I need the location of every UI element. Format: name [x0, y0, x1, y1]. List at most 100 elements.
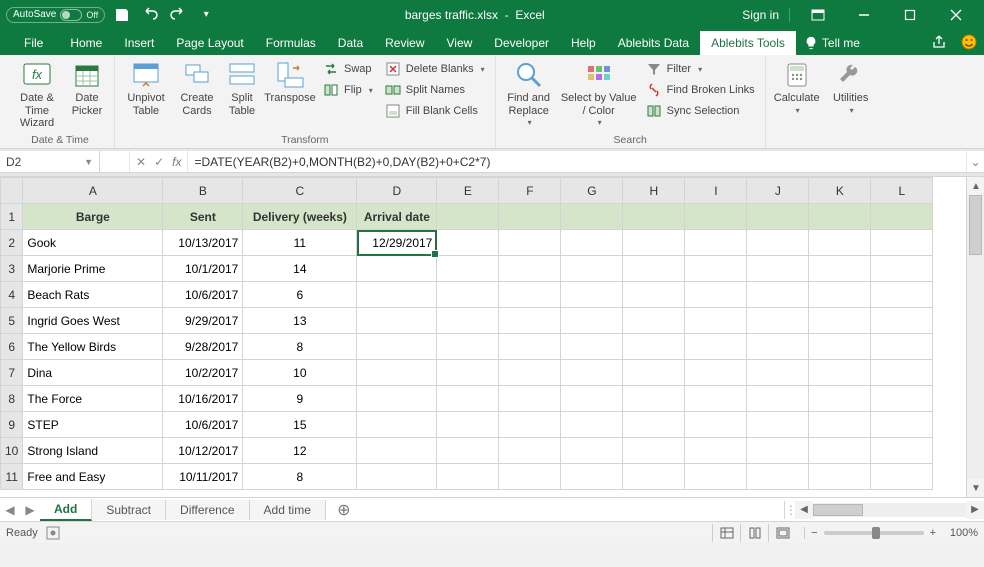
cell[interactable] [871, 386, 933, 412]
vertical-scrollbar[interactable]: ▲ ▼ [966, 177, 984, 497]
row-header[interactable]: 10 [1, 438, 23, 464]
fill-blank-cells-button[interactable]: Fill Blank Cells [381, 101, 489, 121]
tab-ablebits-tools[interactable]: Ablebits Tools [700, 31, 796, 55]
cell[interactable] [809, 256, 871, 282]
cell[interactable]: 9 [243, 386, 357, 412]
row-header[interactable]: 6 [1, 334, 23, 360]
cell[interactable] [499, 412, 561, 438]
cell[interactable] [437, 360, 499, 386]
cell[interactable] [685, 230, 747, 256]
cell[interactable] [437, 386, 499, 412]
cell[interactable] [623, 282, 685, 308]
cell[interactable] [499, 438, 561, 464]
cell[interactable]: 12 [243, 438, 357, 464]
cell[interactable] [809, 230, 871, 256]
col-header[interactable]: B [163, 178, 243, 204]
cell[interactable] [809, 464, 871, 490]
cell[interactable] [809, 386, 871, 412]
tab-page-layout[interactable]: Page Layout [165, 31, 254, 55]
view-page-break-icon[interactable] [768, 524, 796, 542]
cell[interactable] [499, 282, 561, 308]
cell[interactable] [437, 308, 499, 334]
sheet-tab-subtract[interactable]: Subtract [92, 500, 166, 520]
cell[interactable]: 10/1/2017 [163, 256, 243, 282]
col-header[interactable]: E [437, 178, 499, 204]
cell[interactable]: 10/6/2017 [163, 282, 243, 308]
utilities-button[interactable]: Utilities ▾ [826, 59, 876, 115]
cell[interactable] [357, 438, 437, 464]
cell[interactable] [561, 282, 623, 308]
name-box[interactable]: D2 ▼ [0, 151, 100, 172]
cell[interactable] [809, 360, 871, 386]
cell[interactable] [871, 360, 933, 386]
formula-input[interactable]: =DATE(YEAR(B2)+0,MONTH(B2)+0,DAY(B2)+0+C… [188, 151, 966, 172]
cell[interactable] [499, 230, 561, 256]
cell[interactable]: The Yellow Birds [23, 334, 163, 360]
cell[interactable] [499, 360, 561, 386]
date-picker-button[interactable]: Date Picker [66, 59, 108, 117]
cell[interactable] [357, 308, 437, 334]
create-cards-button[interactable]: Create Cards [175, 59, 219, 117]
save-icon[interactable] [111, 4, 133, 26]
cells-table[interactable]: A B C D E F G H I J K L 1 Barge Sent Del… [0, 177, 933, 490]
cell[interactable] [437, 256, 499, 282]
tab-file[interactable]: File [8, 31, 59, 55]
cell[interactable] [623, 464, 685, 490]
cell[interactable] [685, 360, 747, 386]
cell[interactable] [871, 230, 933, 256]
flip-button[interactable]: Flip▾ [319, 80, 377, 100]
cell[interactable] [357, 464, 437, 490]
calculate-button[interactable]: Calculate ▾ [772, 59, 822, 115]
cell[interactable] [871, 438, 933, 464]
cell[interactable] [871, 282, 933, 308]
cell[interactable] [871, 412, 933, 438]
col-header[interactable]: H [623, 178, 685, 204]
hscroll-thumb[interactable] [813, 504, 863, 516]
enter-formula-icon[interactable]: ✓ [154, 155, 164, 169]
cell[interactable] [561, 256, 623, 282]
split-table-button[interactable]: Split Table [223, 59, 261, 117]
row-header[interactable]: 5 [1, 308, 23, 334]
cell[interactable] [561, 438, 623, 464]
zoom-slider[interactable] [824, 531, 924, 535]
row-header[interactable]: 2 [1, 230, 23, 256]
zoom-in-button[interactable]: + [930, 527, 936, 539]
cell[interactable]: 13 [243, 308, 357, 334]
cell[interactable] [499, 464, 561, 490]
hscroll-track[interactable] [813, 503, 966, 517]
cell[interactable]: Gook [23, 230, 163, 256]
cell[interactable] [747, 230, 809, 256]
scroll-right-icon[interactable]: ▶ [966, 501, 984, 519]
tab-insert[interactable]: Insert [113, 31, 165, 55]
cell[interactable] [871, 464, 933, 490]
cell[interactable] [809, 308, 871, 334]
col-header[interactable]: I [685, 178, 747, 204]
cell[interactable] [685, 256, 747, 282]
fx-icon[interactable]: fx [172, 155, 181, 169]
cell[interactable] [747, 360, 809, 386]
cell[interactable] [561, 412, 623, 438]
autosave-toggle[interactable]: AutoSave Off [6, 7, 105, 23]
cell[interactable] [871, 308, 933, 334]
cell[interactable]: 10/6/2017 [163, 412, 243, 438]
cell[interactable] [623, 386, 685, 412]
header-arrival[interactable]: Arrival date [357, 204, 437, 230]
cell[interactable] [623, 412, 685, 438]
cell[interactable]: Free and Easy [23, 464, 163, 490]
chevron-down-icon[interactable]: ▼ [84, 157, 93, 167]
cell[interactable]: 9/28/2017 [163, 334, 243, 360]
cell[interactable] [747, 464, 809, 490]
cell[interactable] [685, 282, 747, 308]
cell[interactable] [357, 360, 437, 386]
col-header[interactable]: J [747, 178, 809, 204]
header-delivery[interactable]: Delivery (weeks) [243, 204, 357, 230]
cell[interactable] [685, 308, 747, 334]
cell[interactable]: 10/16/2017 [163, 386, 243, 412]
cell[interactable]: 8 [243, 334, 357, 360]
cell[interactable] [623, 256, 685, 282]
cell[interactable]: 9/29/2017 [163, 308, 243, 334]
cell[interactable] [747, 256, 809, 282]
cell[interactable] [561, 334, 623, 360]
cell[interactable]: 10/12/2017 [163, 438, 243, 464]
tabs-resize-grip[interactable]: ⋮ [785, 503, 795, 517]
